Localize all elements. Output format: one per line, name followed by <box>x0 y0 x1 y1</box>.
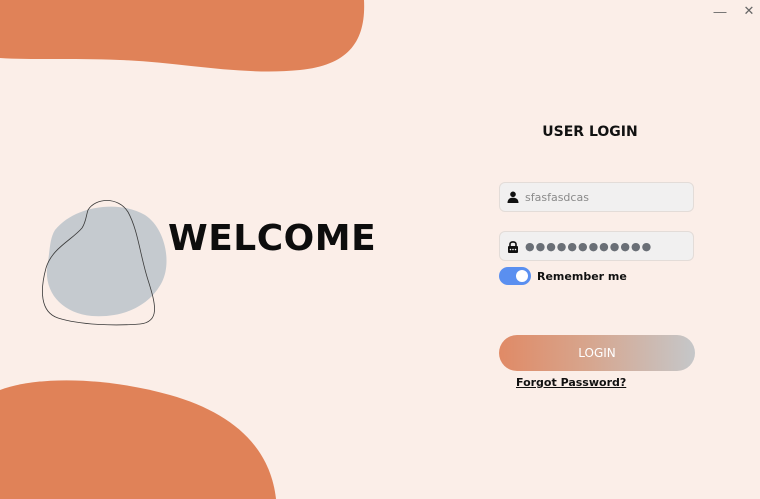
username-field[interactable]: sfasfasdcas <box>499 182 694 212</box>
bottom-orange-blob <box>0 380 276 499</box>
grey-blob <box>46 206 167 317</box>
close-button[interactable]: ✕ <box>737 2 760 20</box>
remember-me-toggle[interactable] <box>499 267 531 285</box>
toggle-knob <box>516 270 528 282</box>
login-button[interactable]: LOGIN <box>499 335 695 371</box>
lock-icon <box>508 240 518 253</box>
username-value: sfasfasdcas <box>525 190 589 204</box>
login-button-label: LOGIN <box>578 346 616 360</box>
minimize-icon: — <box>713 3 727 19</box>
user-icon <box>507 191 519 203</box>
password-field[interactable]: ●●●●●●●●●●●● <box>499 231 694 261</box>
remember-me-label: Remember me <box>537 270 627 283</box>
close-icon: ✕ <box>743 3 755 18</box>
minimize-button[interactable]: — <box>708 2 732 20</box>
login-title: USER LOGIN <box>542 124 638 140</box>
password-value: ●●●●●●●●●●●● <box>525 239 653 253</box>
top-orange-blob <box>0 0 365 72</box>
welcome-heading: WELCOME <box>168 218 377 259</box>
forgot-password-link[interactable]: Forgot Password? <box>516 376 626 389</box>
